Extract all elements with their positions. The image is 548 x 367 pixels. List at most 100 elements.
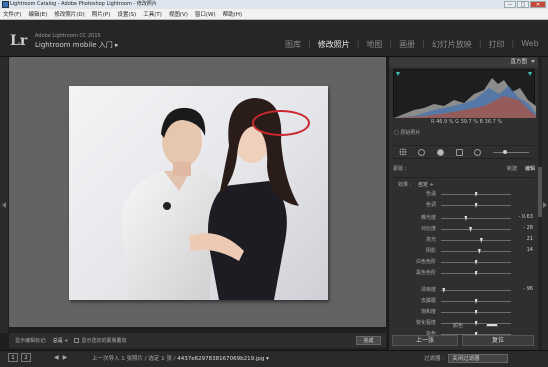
effect-row: 效果 : 自定 ÷ <box>398 181 538 188</box>
module-slideshow[interactable]: 幻灯片放映 <box>427 39 477 50</box>
color-swatch[interactable] <box>486 323 498 327</box>
spot-removal-icon[interactable] <box>418 148 426 156</box>
adjustment-slider-row[interactable]: 色调 <box>393 201 535 210</box>
primary-window-icon[interactable]: 1 <box>8 353 18 362</box>
slider-track[interactable] <box>441 238 511 243</box>
secondary-window-icon[interactable]: 2 <box>21 353 31 362</box>
menu-tools[interactable]: 工具(T) <box>143 10 162 18</box>
maximize-button[interactable]: □ <box>517 1 529 8</box>
module-map[interactable]: 地图 <box>361 39 387 50</box>
red-eye-icon[interactable] <box>437 148 445 156</box>
mask-edit[interactable]: 编辑 <box>525 165 535 172</box>
menu-help[interactable]: 帮助(H) <box>223 10 242 18</box>
module-print[interactable]: 打印 <box>484 39 510 50</box>
slider-label: 高光 <box>425 237 436 243</box>
right-panel-edge[interactable] <box>542 57 548 350</box>
adjustment-slider-row[interactable]: 白色色阶 <box>393 258 535 267</box>
slider-value[interactable]: - 96 <box>523 286 533 292</box>
module-book[interactable]: 画册 <box>394 39 420 50</box>
mask-new[interactable]: 新建 <box>507 165 517 172</box>
slider-knob[interactable] <box>477 249 481 254</box>
module-library[interactable]: 图库 <box>280 39 306 50</box>
slider-value[interactable]: 14 <box>527 247 533 253</box>
slider-value[interactable]: - 0.63 <box>518 214 533 220</box>
slider-knob[interactable] <box>464 216 468 221</box>
adjustment-slider-row[interactable]: 曝光度 - 0.63 <box>393 214 535 223</box>
slider-track[interactable] <box>441 299 511 304</box>
histogram[interactable] <box>393 69 536 118</box>
mask-overlay-toggle[interactable]: 显示选定的蒙版叠加 <box>74 337 126 344</box>
slider-knob[interactable] <box>474 260 478 265</box>
histogram-header[interactable]: 直方图 <box>389 57 539 67</box>
menu-edit[interactable]: 编辑(E) <box>28 10 47 18</box>
slider-track[interactable] <box>441 288 511 293</box>
graduated-filter-icon[interactable] <box>455 148 463 156</box>
slider-knob[interactable] <box>474 271 478 276</box>
brush-size-slider[interactable] <box>493 149 530 154</box>
slider-knob[interactable] <box>442 288 446 293</box>
radial-filter-icon[interactable] <box>474 148 482 156</box>
window-title: Lightroom Catalog - Adobe Photoshop Ligh… <box>10 1 157 7</box>
slider-track[interactable] <box>441 260 511 265</box>
slider-value[interactable]: 21 <box>527 236 533 242</box>
close-button[interactable]: ✕ <box>530 1 546 8</box>
menu-settings[interactable]: 设置(S) <box>117 10 136 18</box>
crop-tool-icon[interactable] <box>398 148 407 156</box>
adjustment-slider-row[interactable]: 高光 21 <box>393 236 535 245</box>
mask-overlay-checkbox[interactable] <box>74 338 80 343</box>
slider-track[interactable] <box>441 192 511 197</box>
source-name[interactable]: 上一次导入 <box>92 356 120 362</box>
mask-row: 蒙版 : 新建 编辑 <box>393 165 535 172</box>
adjustment-slider-row[interactable]: 饱和度 <box>393 308 535 317</box>
slider-track[interactable] <box>441 227 511 232</box>
adjustment-slider-row[interactable]: 黑色色阶 <box>393 269 535 278</box>
filter-dropdown[interactable]: 关闭过滤器 <box>448 354 509 363</box>
slider-knob[interactable] <box>474 310 478 315</box>
slider-track[interactable] <box>441 203 511 208</box>
adjustment-slider-row[interactable]: 去朦胧 <box>393 297 535 306</box>
slider-track[interactable] <box>441 249 511 254</box>
menu-photo[interactable]: 照片(P) <box>92 10 111 18</box>
module-develop[interactable]: 修改照片 <box>313 39 355 50</box>
slider-knob[interactable] <box>479 238 483 243</box>
slider-knob[interactable] <box>469 227 473 232</box>
slider-label: 色调 <box>425 202 436 208</box>
slider-knob[interactable] <box>474 299 478 304</box>
slider-label: 曝光度 <box>420 215 436 221</box>
filter-label: 过滤器 : <box>424 356 445 362</box>
slider-value[interactable]: - 28 <box>523 225 533 231</box>
module-picker: 图库 | 修改照片 | 地图 | 画册 | 幻灯片放映 | 打印 | Web <box>280 39 544 50</box>
module-separator: | <box>308 39 311 48</box>
prev-arrow-icon[interactable]: ◀ <box>54 354 59 361</box>
edit-pins-dropdown[interactable]: 总是 ÷ <box>53 337 69 344</box>
file-name[interactable]: 4437e6297838167069b219.jpg ▾ <box>177 356 269 362</box>
expand-left-icon[interactable] <box>2 202 6 208</box>
minimize-button[interactable]: — <box>504 1 516 8</box>
slider-label: 饱和度 <box>420 309 436 315</box>
slider-knob[interactable] <box>474 203 478 208</box>
reset-button[interactable]: 复位 <box>462 335 534 346</box>
menu-file[interactable]: 文件(F) <box>3 10 21 18</box>
adjustment-slider-row[interactable]: 阴影 14 <box>393 247 535 256</box>
adjustment-slider-row[interactable]: 清晰度 - 96 <box>393 286 535 295</box>
done-button[interactable]: 完成 <box>356 336 381 345</box>
menu-view[interactable]: 视图(V) <box>169 10 188 18</box>
slider-track[interactable] <box>441 216 511 221</box>
next-arrow-icon[interactable]: ▶ <box>63 354 68 361</box>
previous-button[interactable]: 上一张 <box>392 335 458 346</box>
slider-track[interactable] <box>441 310 511 315</box>
slider-knob[interactable] <box>474 192 478 197</box>
menu-window[interactable]: 窗口(W) <box>195 10 216 18</box>
mobile-link[interactable]: Lightroom mobile 入门 ▸ <box>35 40 119 50</box>
adjustment-slider-row[interactable]: 色温 <box>393 190 535 199</box>
menu-develop[interactable]: 修改照片(D) <box>54 10 85 18</box>
effect-dropdown[interactable]: 自定 ÷ <box>418 181 434 188</box>
module-web[interactable]: Web <box>516 39 543 50</box>
collapse-right-icon[interactable] <box>543 202 547 208</box>
left-panel-collapsed[interactable] <box>0 57 8 333</box>
original-photo-toggle[interactable]: ▢ 原始照片 <box>394 129 420 136</box>
adjustment-slider-row[interactable]: 对比度 - 28 <box>393 225 535 234</box>
collapse-icon[interactable] <box>531 60 535 63</box>
slider-track[interactable] <box>441 271 511 276</box>
filmstrip-source[interactable]: 上一次导入 1 张照片 / 选定 1 张 / 4437e629783816706… <box>92 354 269 362</box>
